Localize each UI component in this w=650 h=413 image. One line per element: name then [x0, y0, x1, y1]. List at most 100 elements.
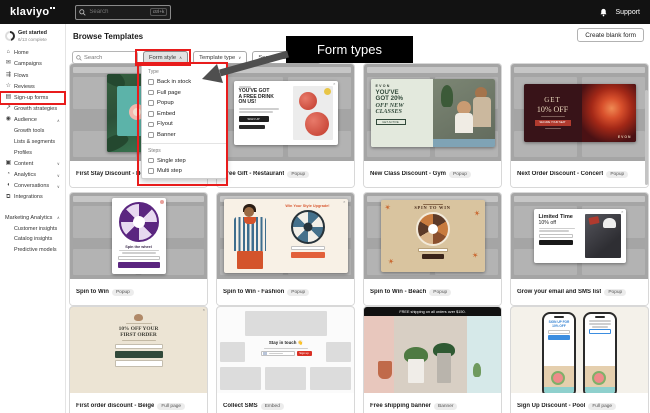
popup-cta-button [422, 254, 444, 259]
filter-option-popup[interactable]: Popup [148, 100, 220, 106]
notification-bell-icon[interactable] [599, 8, 608, 17]
vertical-scrollbar[interactable] [645, 90, 649, 185]
global-search-input[interactable] [89, 9, 146, 15]
option-label: Full page [157, 90, 181, 96]
template-card-spin-to-win-beach[interactable]: ✶ ✶ ✶ ✶ SPIN TO WIN Spin to Win - BeachP… [363, 192, 502, 306]
sidebar-item-growth-strategies[interactable]: ↗Growth strategies [0, 104, 65, 115]
template-title: Sign Up Discount - Pool [517, 403, 585, 409]
banner-preview: FREE shipping on all orders over $150. [364, 307, 501, 316]
popup-preview: ✶ ✶ ✶ ✶ SPIN TO WIN [381, 200, 485, 272]
template-search[interactable] [72, 51, 138, 64]
sidebar-item-growth-tools[interactable]: Growth tools [0, 126, 65, 137]
filter-option-embed[interactable]: Embed [148, 111, 220, 117]
checkbox-icon[interactable] [148, 79, 154, 85]
sidebar-item-campaigns[interactable]: ✉Campaigns [0, 59, 65, 70]
template-title: New Class Discount - Gym [370, 171, 446, 177]
sidebar-item-home[interactable]: ⌂Home [0, 48, 65, 59]
concert-photo: EVON [582, 84, 636, 142]
product-photo [585, 214, 621, 258]
phone-notch [554, 316, 564, 319]
template-title: First order discount - Beige [76, 403, 154, 409]
filter-option-back-in-stock[interactable]: Back in stock [148, 79, 220, 85]
sidebar-item-catalog-insights[interactable]: Catalog insights [0, 234, 65, 245]
template-preview: Spin the wheel [70, 193, 207, 279]
template-badge: Full page [588, 403, 616, 410]
create-blank-form-button[interactable]: Create blank form [577, 28, 644, 42]
megaphone-icon: ✉ [5, 61, 12, 67]
close-icon [160, 200, 164, 204]
close-icon: × [203, 308, 205, 312]
filter-option-full-page[interactable]: Full page [148, 90, 220, 96]
starfish-icon: ✶ [471, 251, 479, 260]
popup-preview: × Win Your Style Upgrade! [224, 199, 348, 273]
checkbox-icon[interactable] [148, 132, 154, 138]
checkbox-icon[interactable] [148, 122, 154, 128]
get-started-progress: 6/13 complete [18, 37, 47, 42]
email-input-preview [418, 248, 448, 252]
checkbox-icon[interactable] [148, 90, 154, 96]
sidebar-item-analytics[interactable]: ◔Analytics∨ [0, 169, 65, 180]
sidebar-item-audience[interactable]: ◉Audience∧ [0, 115, 65, 126]
sidebar-item-flows[interactable]: ⇶Flows [0, 70, 65, 81]
filter-option-single-step[interactable]: Single step [148, 158, 220, 164]
sidebar-item-customer-insights[interactable]: Customer insights [0, 223, 65, 234]
arrow-up-right-icon: ↗ [5, 106, 12, 112]
popup-cta-button [115, 351, 163, 358]
template-card-next-order-discount-concert[interactable]: GET 10% OFF SECURE YOUR SEAT EVON Next O… [510, 63, 649, 188]
form-icon: ▤ [5, 95, 12, 101]
document-icon: ▣ [5, 161, 12, 167]
template-search-input[interactable] [84, 55, 134, 61]
template-card-new-class-discount-gym[interactable]: EVON YOU'VE GOT 20% OFF NEW CLASSES GET … [363, 63, 502, 188]
template-card-grow-email-sms[interactable]: × Limited Time 10% off Grow your email a… [510, 192, 649, 306]
checkbox-icon[interactable] [148, 111, 154, 117]
sidebar-item-content[interactable]: ▣Content ∨ [0, 158, 65, 169]
get-started-item[interactable]: Get started 6/13 complete [0, 28, 65, 44]
template-card-spin-to-win[interactable]: Spin the wheel Spin to WinPopup [69, 192, 208, 306]
sidebar-item-marketing-analytics[interactable]: Marketing Analytics∧ [0, 212, 65, 223]
popup-preview: × Limited Time 10% off [534, 209, 626, 263]
sidebar-item-label: Integrations [14, 194, 43, 200]
sidebar-item-integrations[interactable]: ⧉Integrations [0, 192, 65, 203]
checkbox-icon[interactable] [148, 158, 154, 164]
close-icon: × [333, 82, 335, 86]
sidebar-item-reviews[interactable]: ☆Reviews [0, 81, 65, 92]
filter-option-banner[interactable]: Banner [148, 132, 220, 138]
phone-mockup [583, 312, 617, 393]
option-label: Flyout [157, 121, 173, 127]
sidebar-item-lists-segments[interactable]: Lists & segments [0, 137, 65, 148]
template-card-spin-to-win-fashion[interactable]: × Win Your Style Upgrade! Spin to Win - … [216, 192, 355, 306]
template-preview: × Win Your Style Upgrade! [217, 193, 354, 279]
popup-signup-button: SIGN UP [239, 116, 269, 122]
klaviyo-logo[interactable]: klaviyo [10, 6, 49, 18]
chevron-up-icon: ∧ [57, 215, 60, 220]
chevron-down-icon: ∨ [57, 161, 60, 166]
popup-secondary-button [589, 329, 611, 334]
support-link[interactable]: Support [615, 9, 640, 16]
sidebar-item-label: Home [14, 50, 29, 56]
sidebar-item-profiles[interactable]: Profiles [0, 147, 65, 158]
filter-option-multi-step[interactable]: Multi step [148, 168, 220, 174]
sidebar-item-signup-forms[interactable]: ▤Sign-up forms [0, 92, 65, 103]
search-icon [79, 9, 86, 16]
template-card-first-order-discount-beige[interactable]: × 10% OFF YOURFIRST ORDER First order di… [69, 306, 208, 413]
brand-logo-text: EVON [618, 135, 632, 139]
flows-icon: ⇶ [5, 73, 12, 79]
sidebar-item-predictive-models[interactable]: Predictive models [0, 245, 65, 256]
popup-dismiss-button [115, 360, 163, 367]
checkbox-icon[interactable] [148, 168, 154, 174]
filter-option-flyout[interactable]: Flyout [148, 121, 220, 127]
popup-cta-button [291, 252, 325, 258]
template-card-free-shipping-banner[interactable]: FREE shipping on all orders over $150. F… [363, 306, 502, 413]
close-icon: × [621, 210, 623, 214]
home-icon: ⌂ [5, 50, 12, 56]
checkbox-icon[interactable] [148, 100, 154, 106]
sidebar-item-label: Content [14, 161, 33, 167]
popup-heading: SIGN UP FOR10% OFF [544, 321, 574, 328]
template-card-collect-sms[interactable]: Stay in touch 👋 Sign up Collect SMSEmbed [216, 306, 355, 413]
global-search[interactable]: ctrl+k [75, 5, 171, 20]
chevron-down-icon: ∨ [57, 173, 60, 178]
sidebar-item-conversations[interactable]: ◖Conversations∨ [0, 181, 65, 192]
template-card-sign-up-discount-pool[interactable]: SIGN UP FOR10% OFF Sign Up Discount - Po… [510, 306, 649, 413]
template-badge: Popup [112, 289, 134, 296]
template-card-free-gift-restaurant[interactable]: × YOU'VE GOTA FREE DRINKON US! SIGN UP [216, 63, 355, 188]
